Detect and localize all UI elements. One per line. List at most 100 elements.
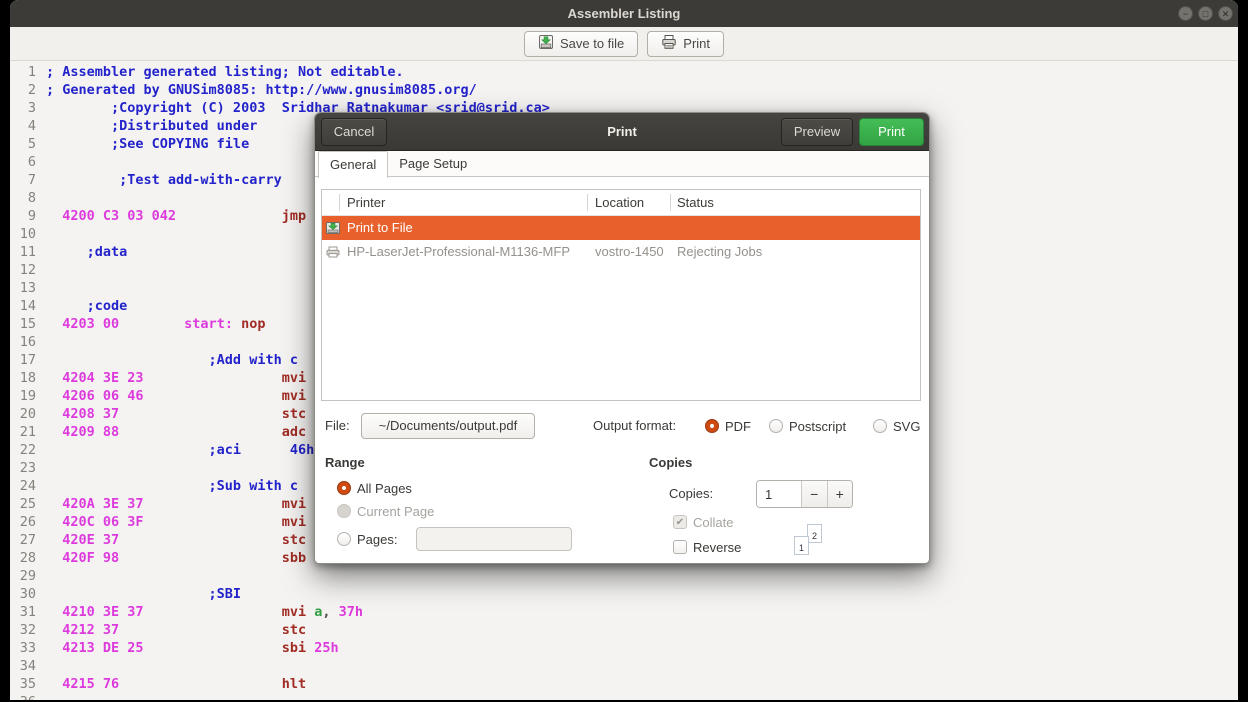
print-button[interactable]: Print	[647, 31, 724, 57]
tab-page-setup[interactable]: Page Setup	[388, 151, 478, 177]
radio-pdf[interactable]	[705, 419, 719, 433]
printer-row-print-to-file[interactable]: Print to File	[322, 216, 920, 240]
column-separator	[339, 194, 340, 211]
tab-bar: General Page Setup	[315, 151, 929, 177]
copies-increment-button[interactable]: +	[827, 481, 853, 507]
line-number: 21	[10, 423, 36, 441]
line-code: ;code	[46, 297, 127, 315]
close-button[interactable]: ✕	[1218, 6, 1233, 21]
printer-row-hp-laserjet[interactable]: HP-LaserJet-Professional-M1136-MFP vostr…	[322, 240, 920, 264]
line-number: 31	[10, 603, 36, 621]
radio-pages[interactable]	[337, 532, 351, 546]
line-number: 24	[10, 477, 36, 495]
reverse-option[interactable]: Reverse	[673, 539, 741, 555]
line-number: 30	[10, 585, 36, 603]
collate-checkbox: ✔	[673, 515, 687, 529]
line-number: 36	[10, 693, 36, 700]
line-number: 19	[10, 387, 36, 405]
copies-decrement-button[interactable]: −	[801, 481, 827, 507]
line-number: 16	[10, 333, 36, 351]
print-dialog-header: Print Cancel Preview Print	[315, 113, 929, 151]
maximize-button[interactable]: □	[1198, 6, 1213, 21]
radio-postscript[interactable]	[769, 419, 783, 433]
format-option-svg[interactable]: SVG	[873, 418, 920, 434]
collate-option[interactable]: ✔ Collate	[673, 514, 733, 530]
printer-list-header: Printer Location Status	[322, 190, 920, 216]
copies-input[interactable]	[757, 481, 801, 507]
range-section-title: Range	[325, 455, 365, 470]
minimize-button[interactable]: −	[1178, 6, 1193, 21]
line-code: 4213 DE 25 sbi 25h	[46, 639, 339, 657]
titlebar[interactable]: Assembler Listing − □ ✕	[10, 0, 1238, 27]
range-pages[interactable]: Pages:	[337, 531, 397, 547]
line-number: 35	[10, 675, 36, 693]
line-code: 4212 37 stc	[46, 621, 306, 639]
pages-input[interactable]	[416, 527, 572, 551]
line-code: 4215 76 hlt	[46, 675, 306, 693]
save-to-file-label: Save to file	[560, 36, 624, 51]
range-all-pages[interactable]: All Pages	[337, 480, 412, 496]
collate-preview-page-1: 1	[794, 536, 809, 555]
print-label: Print	[683, 36, 710, 51]
line-number: 9	[10, 207, 36, 225]
output-format-label: Output format:	[593, 413, 676, 439]
line-code: 4208 37 stc	[46, 405, 306, 423]
line-number: 18	[10, 369, 36, 387]
reverse-checkbox[interactable]	[673, 540, 687, 554]
range-current-page[interactable]: Current Page	[337, 503, 434, 519]
radio-all-pages[interactable]	[337, 481, 351, 495]
line-number: 1	[10, 63, 36, 81]
column-header-location[interactable]: Location	[595, 190, 644, 216]
window-title: Assembler Listing	[10, 0, 1238, 27]
line-number: 34	[10, 657, 36, 675]
reverse-label: Reverse	[693, 540, 741, 555]
format-svg-label: SVG	[893, 419, 920, 434]
radio-current-page	[337, 504, 351, 518]
line-code: 4203 00 start: nop	[46, 315, 265, 333]
save-to-file-button[interactable]: Save to file	[524, 31, 638, 57]
preview-button[interactable]: Preview	[781, 118, 853, 146]
cancel-button[interactable]: Cancel	[321, 118, 387, 146]
line-code: ;data	[46, 243, 127, 261]
column-header-printer[interactable]: Printer	[347, 190, 385, 216]
tab-general[interactable]: General	[318, 151, 388, 178]
column-header-status[interactable]: Status	[677, 190, 714, 216]
printer-location: vostro-1450	[595, 240, 664, 264]
line-code: 420A 3E 37 mvi	[46, 495, 306, 513]
collate-preview: 2 1	[794, 524, 826, 558]
line-code: ;SBI	[46, 585, 241, 603]
copies-spinbox: − +	[756, 480, 853, 508]
file-label: File:	[325, 413, 350, 439]
printer-name: HP-LaserJet-Professional-M1136-MFP	[347, 240, 570, 264]
format-option-pdf[interactable]: PDF	[705, 418, 751, 434]
line-number: 2	[10, 81, 36, 99]
output-file-button[interactable]: ~/Documents/output.pdf	[361, 413, 535, 439]
line-code: 420E 37 stc	[46, 531, 306, 549]
listing-line: 35 4215 76 hlt	[10, 675, 1238, 693]
line-number: 33	[10, 639, 36, 657]
line-number: 12	[10, 261, 36, 279]
line-number: 17	[10, 351, 36, 369]
line-code: 420C 06 3F mvi	[46, 513, 306, 531]
current-page-label: Current Page	[357, 504, 434, 519]
screen: Assembler Listing − □ ✕ Save to file	[0, 0, 1248, 702]
listing-line: 30 ;SBI	[10, 585, 1238, 603]
line-number: 13	[10, 279, 36, 297]
column-separator	[587, 194, 588, 211]
line-code: ;Add with c	[46, 351, 298, 369]
copies-count-label: Copies:	[669, 481, 713, 507]
copies-section-title: Copies	[649, 455, 692, 470]
format-option-postscript[interactable]: Postscript	[769, 418, 846, 434]
window-controls: − □ ✕	[1178, 6, 1233, 21]
listing-line: 36	[10, 693, 1238, 700]
all-pages-label: All Pages	[357, 481, 412, 496]
line-code: 4206 06 46 mvi	[46, 387, 306, 405]
line-code: ;Sub with c	[46, 477, 298, 495]
printer-icon	[325, 244, 341, 260]
line-code: ;See COPYING file	[46, 135, 249, 153]
line-number: 10	[10, 225, 36, 243]
line-number: 4	[10, 117, 36, 135]
print-confirm-button[interactable]: Print	[859, 118, 924, 146]
radio-svg[interactable]	[873, 419, 887, 433]
print-icon	[661, 34, 677, 53]
